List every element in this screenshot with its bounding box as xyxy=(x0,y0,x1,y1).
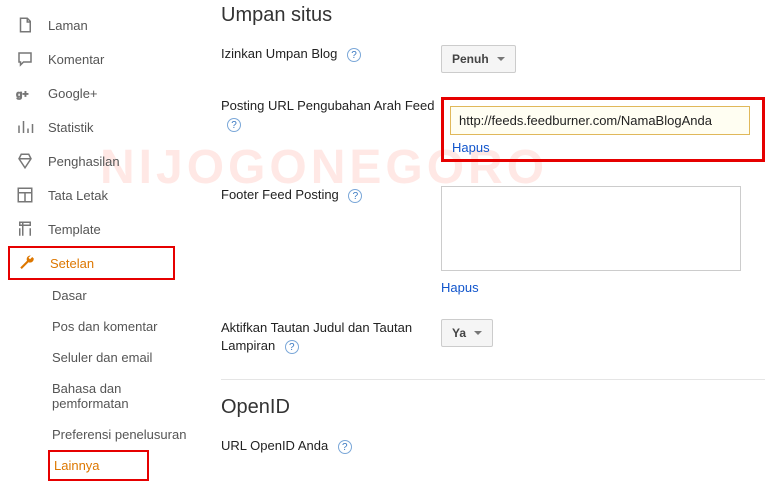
subitem-seluler-email[interactable]: Seluler dan email xyxy=(48,342,195,373)
caret-down-icon xyxy=(497,57,505,61)
template-icon xyxy=(16,220,34,238)
section-separator xyxy=(221,379,765,380)
sidebar-item-label: Template xyxy=(48,222,101,237)
sidebar-item-label: Statistik xyxy=(48,120,94,135)
sidebar-item-template[interactable]: Template xyxy=(0,212,195,246)
sidebar-item-label: Komentar xyxy=(48,52,104,67)
help-icon[interactable]: ? xyxy=(348,189,362,203)
subitem-lainnya[interactable]: Lainnya xyxy=(54,456,143,475)
help-icon[interactable]: ? xyxy=(338,440,352,454)
sidebar-item-label: Laman xyxy=(48,18,88,33)
layout-icon xyxy=(16,186,34,204)
section-title-openid: OpenID xyxy=(221,396,765,419)
help-icon[interactable]: ? xyxy=(347,48,361,62)
label-allow-feed: Izinkan Umpan Blog xyxy=(221,46,337,61)
sidebar-item-penghasilan[interactable]: Penghasilan xyxy=(0,144,195,178)
sidebar-item-setelan[interactable]: Setelan xyxy=(14,252,169,274)
sidebar-item-label: Tata Letak xyxy=(48,188,108,203)
section-title-umpan: Umpan situs xyxy=(221,4,765,27)
label-redirect-url: Posting URL Pengubahan Arah Feed xyxy=(221,98,434,113)
label-enclosure: Aktifkan Tautan Judul dan Tautan Lampira… xyxy=(221,320,412,353)
dropdown-value: Ya xyxy=(452,326,466,340)
input-redirect-url[interactable] xyxy=(450,106,750,135)
help-icon[interactable]: ? xyxy=(227,118,241,132)
earnings-icon xyxy=(16,152,34,170)
sidebar-item-laman[interactable]: Laman xyxy=(0,8,195,42)
sidebar-item-komentar[interactable]: Komentar xyxy=(0,42,195,76)
highlight-redirect-input: Hapus xyxy=(441,97,765,162)
wrench-icon xyxy=(18,254,36,272)
link-delete-footer[interactable]: Hapus xyxy=(441,280,479,295)
help-icon[interactable]: ? xyxy=(285,340,299,354)
sidebar-item-label: Google+ xyxy=(48,86,98,101)
highlight-setelan: Setelan xyxy=(8,246,175,280)
sidebar: Laman Komentar g+ Google+ Statistik Peng… xyxy=(0,0,195,489)
label-footer-feed: Footer Feed Posting xyxy=(221,187,339,202)
subitem-preferensi[interactable]: Preferensi penelusuran xyxy=(48,419,195,450)
main-content: Umpan situs Izinkan Umpan Blog ? Penuh P… xyxy=(195,0,775,489)
subitem-dasar[interactable]: Dasar xyxy=(48,280,195,311)
google-plus-icon: g+ xyxy=(16,84,34,102)
textarea-footer-feed[interactable] xyxy=(441,186,741,271)
link-delete-redirect[interactable]: Hapus xyxy=(452,140,490,155)
caret-down-icon xyxy=(474,331,482,335)
label-openid-url: URL OpenID Anda xyxy=(221,438,328,453)
sidebar-item-statistik[interactable]: Statistik xyxy=(0,110,195,144)
page-icon xyxy=(16,16,34,34)
dropdown-enclosure[interactable]: Ya xyxy=(441,319,493,347)
sidebar-subitems: Dasar Pos dan komentar Seluler dan email… xyxy=(0,280,195,481)
sidebar-item-label: Penghasilan xyxy=(48,154,120,169)
comment-icon xyxy=(16,50,34,68)
sidebar-item-googleplus[interactable]: g+ Google+ xyxy=(0,76,195,110)
subitem-pos-komentar[interactable]: Pos dan komentar xyxy=(48,311,195,342)
stats-icon xyxy=(16,118,34,136)
subitem-bahasa[interactable]: Bahasa dan pemformatan xyxy=(48,373,195,419)
sidebar-item-tataletak[interactable]: Tata Letak xyxy=(0,178,195,212)
sidebar-item-label: Setelan xyxy=(50,256,94,271)
dropdown-allow-feed[interactable]: Penuh xyxy=(441,45,516,73)
highlight-lainnya: Lainnya xyxy=(48,450,149,481)
dropdown-value: Penuh xyxy=(452,52,489,66)
svg-text:g+: g+ xyxy=(16,89,29,101)
